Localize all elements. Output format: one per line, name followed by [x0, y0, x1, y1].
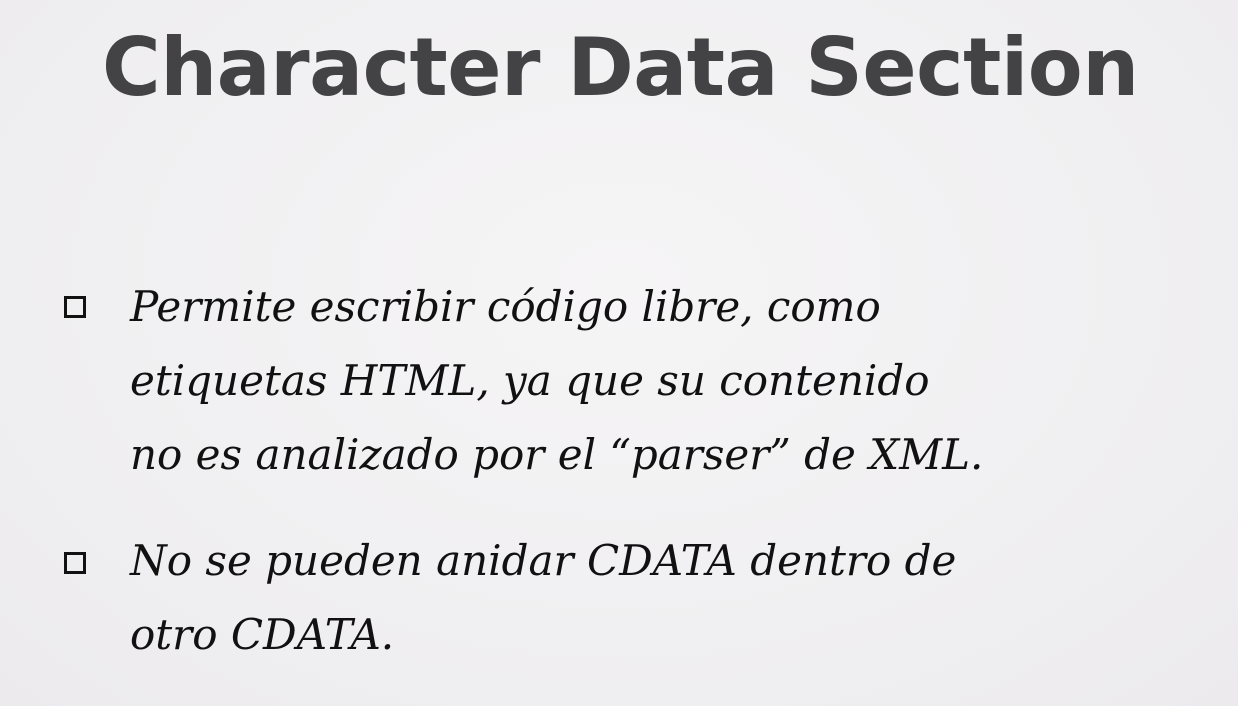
bullet-2-line-1: No se pueden anidar CDATA dentro de [130, 536, 957, 585]
bullet-list: Permite escribir código libre, como etiq… [0, 0, 1238, 706]
bullet-1-line-2: etiquetas HTML, ya que su contenido [130, 356, 930, 405]
slide: Character Data Section Permite escribir … [0, 0, 1238, 706]
bullet-1-line-1: Permite escribir código libre, como [130, 282, 881, 331]
bullet-2-line-2: otro CDATA. [130, 610, 395, 659]
square-bullet-icon [64, 296, 86, 318]
square-bullet-icon [64, 552, 86, 574]
bullet-1-line-3: no es analizado por el “parser” de XML. [130, 430, 984, 479]
